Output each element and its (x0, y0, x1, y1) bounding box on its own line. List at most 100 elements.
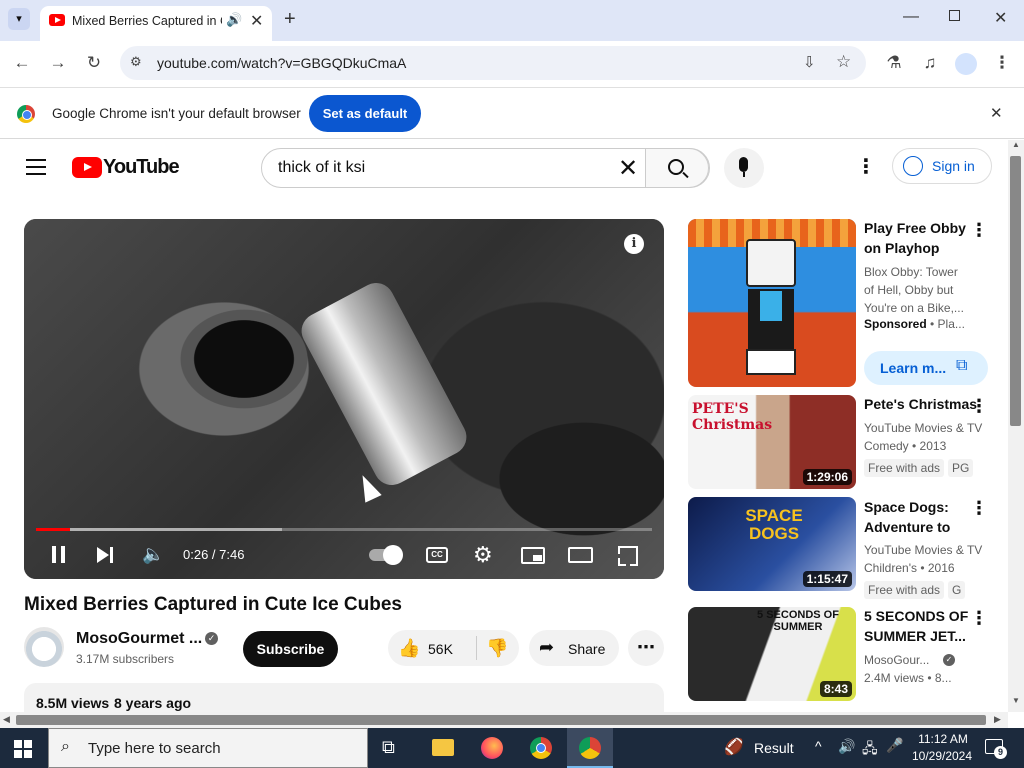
search-icon: ⌕ (61, 738, 70, 755)
active-tab[interactable]: Mixed Berries Captured in Cute Ice Cubes… (40, 6, 272, 41)
new-tab-icon[interactable]: + (284, 8, 296, 31)
channel-name[interactable]: MosoGourmet ... (76, 630, 202, 648)
subscribe-button[interactable]: Subscribe (243, 631, 338, 667)
item-menu-icon[interactable]: ⋮ (970, 608, 988, 629)
back-icon[interactable]: ← (11, 52, 33, 74)
thumbs-up-icon[interactable]: 👍 (398, 638, 420, 659)
scrollbar-thumb[interactable] (1010, 156, 1021, 426)
settings-gear-icon[interactable]: ⚙ (473, 542, 493, 568)
clear-search-icon[interactable]: ✕ (618, 154, 638, 183)
item-title[interactable]: Pete's Christmas (864, 394, 982, 414)
set-as-default-button[interactable]: Set as default (309, 95, 421, 132)
description-box[interactable]: 8.5M views 8 years ago (24, 683, 664, 713)
close-tab-icon[interactable]: ✕ (250, 11, 263, 31)
weather-label[interactable]: Result (754, 740, 794, 756)
channel-avatar[interactable] (24, 627, 64, 667)
default-browser-infobar: Google Chrome isn't your default browser… (0, 87, 1024, 139)
ad-thumbnail[interactable] (688, 219, 856, 387)
file-explorer-icon[interactable] (432, 739, 454, 756)
search-box[interactable]: thick of it ksi ✕ (261, 148, 710, 188)
settings-dots-icon[interactable]: ⋮ (856, 154, 876, 179)
pause-button[interactable] (52, 546, 67, 563)
youtube-logo-text: YouTube (103, 156, 180, 178)
chrome-taskbar-icon[interactable] (530, 737, 552, 759)
item-menu-icon[interactable]: ⋮ (970, 498, 988, 519)
hamburger-menu-icon[interactable] (26, 159, 46, 175)
thumbnail-space-dogs[interactable]: SPACE DOGS 1:15:47 (688, 497, 856, 591)
volume-icon[interactable]: 🔈 (142, 544, 164, 565)
item-meta: Comedy • 2013 (864, 439, 947, 453)
autoplay-toggle[interactable] (369, 545, 403, 565)
item-channel: YouTube Movies & TV (864, 421, 983, 435)
install-app-icon[interactable]: ⇩ (803, 53, 816, 71)
youtube-favicon-icon (49, 14, 65, 26)
theater-mode-icon[interactable] (568, 547, 593, 563)
learn-more-label: Learn m... (880, 360, 947, 376)
item-title[interactable]: Space Dogs: Adventure to the... (864, 497, 982, 537)
horizontal-scrollbar[interactable]: ◀ ▶ (0, 712, 1008, 728)
close-window-icon[interactable]: ✕ (994, 8, 1007, 28)
show-hidden-icons[interactable]: ^ (815, 738, 822, 754)
ad-menu-icon[interactable]: ⋮ (970, 220, 988, 241)
share-button[interactable]: ➦ Share (529, 630, 619, 666)
time-display: 0:26 / 7:46 (183, 547, 245, 562)
captions-icon[interactable]: CC (426, 547, 448, 563)
media-controls-icon[interactable]: ♫ (919, 52, 941, 74)
url-text: youtube.com/watch?v=GBGQDkuCmaA (157, 55, 407, 71)
more-menu-icon[interactable]: ⋮ (991, 52, 1013, 74)
bookmark-star-icon[interactable]: ☆ (836, 52, 851, 72)
ad-description: Blox Obby: Tower of Hell, Obby but You'r… (864, 265, 964, 315)
video-player[interactable]: i 🔈 0:26 / 7:46 CC ⚙ (24, 219, 664, 579)
search-input[interactable]: thick of it ksi (278, 159, 365, 177)
info-icon[interactable]: i (624, 234, 644, 254)
share-label: Share (568, 641, 606, 657)
firefox-icon[interactable] (481, 737, 503, 759)
scrollbar-thumb[interactable] (16, 715, 986, 725)
address-bar[interactable]: ⚙ youtube.com/watch?v=GBGQDkuCmaA ⇩ ☆ (120, 46, 866, 80)
close-infobar-icon[interactable]: ✕ (990, 104, 1003, 122)
maximize-icon[interactable] (949, 10, 960, 21)
tab-search-button[interactable]: ▾ (8, 8, 30, 30)
thumbnail-petes-christmas[interactable]: PETE'S Christmas 1:29:06 (688, 395, 856, 489)
clock-time[interactable]: 11:12 AM (913, 732, 973, 746)
voice-search-button[interactable] (724, 148, 764, 188)
progress-bar[interactable] (36, 528, 652, 531)
profile-avatar-icon[interactable] (955, 53, 977, 75)
rating-badge: G (948, 581, 966, 599)
tab-title: Mixed Berries Captured in Cute Ice Cubes… (72, 14, 222, 28)
site-info-icon[interactable]: ⚙ (130, 54, 142, 70)
share-icon: ➦ (539, 637, 555, 657)
miniplayer-icon[interactable] (521, 547, 545, 564)
minimize-icon[interactable]: — (903, 8, 919, 26)
search-button[interactable] (645, 148, 709, 188)
sign-in-button[interactable]: Sign in (892, 148, 992, 184)
verified-icon: ✓ (943, 654, 955, 666)
clock-date[interactable]: 10/29/2024 (908, 749, 976, 763)
next-button[interactable] (97, 547, 115, 563)
vertical-scrollbar[interactable]: ▲ ▼ (1008, 140, 1024, 712)
like-dislike-group: 👍 56K 👎 (388, 630, 519, 666)
item-channel: YouTube Movies & TV (864, 543, 983, 557)
ad-title[interactable]: Play Free Obby on Playhop (864, 218, 982, 258)
notifications-icon[interactable]: 9 (985, 739, 1007, 759)
start-button[interactable] (14, 740, 32, 758)
thumbs-down-icon[interactable]: 👎 (486, 638, 508, 659)
item-title[interactable]: 5 SECONDS OF SUMMER JET... (864, 606, 982, 646)
speaker-tray-icon[interactable]: 🔊 (838, 738, 855, 755)
task-view-icon[interactable]: ⧉ (382, 737, 395, 758)
more-actions-button[interactable]: ⋯ (628, 630, 664, 666)
network-icon[interactable]: 🖧 (862, 738, 878, 762)
labs-flask-icon[interactable]: ⚗ (883, 52, 905, 74)
learn-more-button[interactable]: Learn m... ⧉ (864, 351, 988, 385)
chrome-active-app[interactable] (567, 728, 613, 768)
forward-icon[interactable]: → (47, 52, 69, 74)
item-menu-icon[interactable]: ⋮ (970, 396, 988, 417)
speaker-icon[interactable]: 🔊 (226, 12, 242, 28)
taskbar-search-box[interactable]: ⌕ Type here to search (48, 728, 368, 768)
rating-badge: PG (948, 459, 974, 477)
like-count[interactable]: 56K (428, 641, 453, 657)
thumbnail-text: PETE'S Christmas (692, 401, 773, 433)
reload-icon[interactable]: ↻ (83, 52, 105, 74)
microphone-tray-icon[interactable]: 🎤 (886, 737, 903, 754)
thumbnail-5-seconds[interactable]: 5 SECONDS OF SUMMER 8:43 (688, 607, 856, 701)
